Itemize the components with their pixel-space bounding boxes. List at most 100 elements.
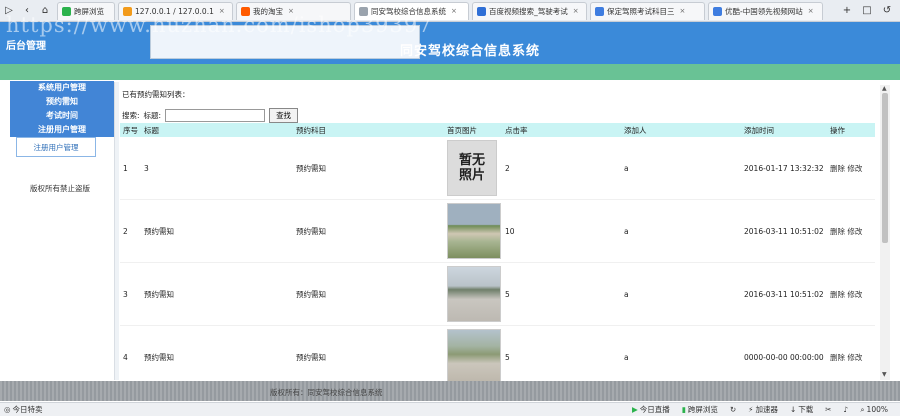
row-title: 预约需知 <box>144 289 174 299</box>
left-nav: 系统用户管理 预约需知 考试时间 注册用户管理 注册用户管理 <box>10 81 114 157</box>
footer-copyright: 版权所有：同安驾校综合信息系统 <box>270 388 383 397</box>
frame-splitter[interactable] <box>114 82 119 380</box>
scroll-up-icon[interactable]: ▲ <box>882 85 887 92</box>
row-time: 2016-03-11 10:51:02 <box>744 226 824 236</box>
reservation-table: 序号 标题 预约科目 首页图片 点击率 添加人 添加时间 操作 1 3 预约需知 2 a… <box>120 123 875 389</box>
row-ops: 删除 修改 <box>830 352 862 363</box>
status-download-label: 下载 <box>798 405 814 414</box>
col-header-title: 标题 <box>144 125 159 135</box>
status-sound[interactable]: ♪ <box>844 405 849 414</box>
status-cross-screen-label: 跨屏浏览 <box>687 405 718 414</box>
scrollbar-thumb[interactable] <box>882 93 888 243</box>
row-ops: 删除 修改 <box>830 163 862 174</box>
row-category: 预约需知 <box>296 289 326 299</box>
row-adder: a <box>624 289 629 299</box>
row-clicks: 5 <box>505 352 510 362</box>
row-adder: a <box>624 226 629 236</box>
nav-subitem-registered-users[interactable]: 注册用户管理 <box>16 137 96 157</box>
delete-link[interactable]: 删除 <box>830 353 845 362</box>
col-header-ops: 操作 <box>830 125 845 135</box>
vertical-scrollbar[interactable]: ▲ ▼ <box>880 85 890 380</box>
col-header-time: 添加时间 <box>744 125 774 135</box>
search-input[interactable] <box>165 109 266 122</box>
status-cross-screen[interactable]: ▮ 跨屏浏览 <box>682 404 718 415</box>
sidebar-copyright: 版权所有禁止盗版 <box>30 184 90 193</box>
tab-close-icon[interactable]: × <box>808 7 814 15</box>
col-header-clicks: 点击率 <box>505 125 528 135</box>
browser-status-bar: ◎ 今日特卖 ▶ 今日直播 ▮ 跨屏浏览 ↻ ⚡ 加速器 ↓ 下载 ✂ ♪ ⌕ 100% <box>0 402 900 416</box>
delete-link[interactable]: 删除 <box>830 227 845 236</box>
tab-list-button[interactable]: □ <box>858 2 876 20</box>
edit-link[interactable]: 修改 <box>847 353 862 362</box>
row-clicks: 5 <box>505 289 510 299</box>
status-refresh[interactable]: ↻ <box>730 405 736 414</box>
nav-item-system-users[interactable]: 系统用户管理 <box>10 81 114 95</box>
row-no: 3 <box>123 289 128 299</box>
status-zoom[interactable]: ⌕ 100% <box>860 405 888 415</box>
status-live-label: 今日直播 <box>639 405 670 414</box>
edit-link[interactable]: 修改 <box>847 164 862 173</box>
phone-icon: ▮ <box>681 405 686 414</box>
delete-link[interactable]: 删除 <box>830 290 845 299</box>
speaker-icon: ♪ <box>843 405 849 414</box>
table-row: 4 预约需知 预约需知 5 a 0000-00-00 00:00:00 删除 修改 <box>120 326 875 389</box>
browser-tab[interactable]: 优酷-中国领先视频网站 × <box>708 1 823 20</box>
row-clicks: 10 <box>505 226 515 236</box>
restore-tab-button[interactable]: ↺ <box>878 2 896 20</box>
browser-tab[interactable]: 保定驾照考试科目三 × <box>590 1 705 20</box>
row-thumbnail-image <box>447 266 501 322</box>
tab-close-icon[interactable]: × <box>451 7 457 15</box>
watermark-text: https://www.huzhan.com/ishop39397 <box>6 13 433 37</box>
row-time: 0000-00-00 00:00:00 <box>744 352 824 362</box>
tab-close-icon[interactable]: × <box>573 7 579 15</box>
search-button[interactable]: 查找 <box>269 108 299 123</box>
table-header: 序号 标题 预约科目 首页图片 点击率 添加人 添加时间 操作 <box>120 123 875 137</box>
tab-label: 百度视频搜索_驾驶考试 <box>489 6 568 16</box>
status-accelerator-label: 加速器 <box>755 405 778 414</box>
table-row: 3 预约需知 预约需知 5 a 2016-03-11 10:51:02 删除 修改 <box>120 263 875 326</box>
scroll-down-icon[interactable]: ▼ <box>882 371 887 378</box>
edit-link[interactable]: 修改 <box>847 227 862 236</box>
deals-icon: ◎ <box>4 405 11 414</box>
row-adder: a <box>624 163 629 173</box>
list-title: 已有预约需知列表： <box>122 90 190 99</box>
nav-item-exam-time[interactable]: 考试时间 <box>10 109 114 123</box>
delete-link[interactable]: 删除 <box>830 164 845 173</box>
edit-link[interactable]: 修改 <box>847 290 862 299</box>
scissors-icon: ✂ <box>825 405 832 414</box>
col-header-category: 预约科目 <box>296 125 326 135</box>
browser-tab[interactable]: 百度视频搜索_驾驶考试 × <box>472 1 587 20</box>
status-accelerator[interactable]: ⚡ 加速器 <box>748 404 778 415</box>
nav-main-block: 系统用户管理 预约需知 考试时间 注册用户管理 <box>10 81 114 137</box>
status-today-deals[interactable]: ◎ 今日特卖 <box>4 404 43 415</box>
tab-favicon-icon <box>713 6 722 16</box>
tab-label: 保定驾照考试科目三 <box>607 6 675 16</box>
system-title: 同安驾校综合信息系统 <box>400 44 541 59</box>
tab-label: 优酷-中国领先视频网站 <box>725 6 803 16</box>
row-title: 预约需知 <box>144 226 174 236</box>
header-accent-strip <box>0 64 900 80</box>
row-category: 预约需知 <box>296 163 326 173</box>
row-adder: a <box>624 352 629 362</box>
status-download[interactable]: ↓ 下载 <box>790 404 813 415</box>
refresh-icon: ↻ <box>729 405 737 414</box>
play-icon: ▶ <box>631 405 638 414</box>
download-icon: ↓ <box>789 405 797 414</box>
row-title: 3 <box>144 163 149 173</box>
row-no: 1 <box>123 163 128 173</box>
nav-item-registered-users[interactable]: 注册用户管理 <box>10 123 114 137</box>
row-title: 预约需知 <box>144 352 174 362</box>
new-tab-button[interactable]: + <box>838 2 856 20</box>
admin-label: 后台管理 <box>6 41 46 52</box>
tab-close-icon[interactable]: × <box>680 7 686 15</box>
status-zoom-label: 100% <box>866 405 888 414</box>
nav-item-reservation-notice[interactable]: 预约需知 <box>10 95 114 109</box>
row-no: 4 <box>123 352 128 362</box>
tab-favicon-icon <box>477 6 486 16</box>
search-row: 搜索: 标题: 查找 <box>122 108 299 123</box>
status-live[interactable]: ▶ 今日直播 <box>632 404 670 415</box>
row-time: 2016-01-17 13:32:32 <box>744 163 824 173</box>
page-footer <box>0 381 900 401</box>
status-screenshot[interactable]: ✂ <box>825 405 831 414</box>
row-category: 预约需知 <box>296 352 326 362</box>
